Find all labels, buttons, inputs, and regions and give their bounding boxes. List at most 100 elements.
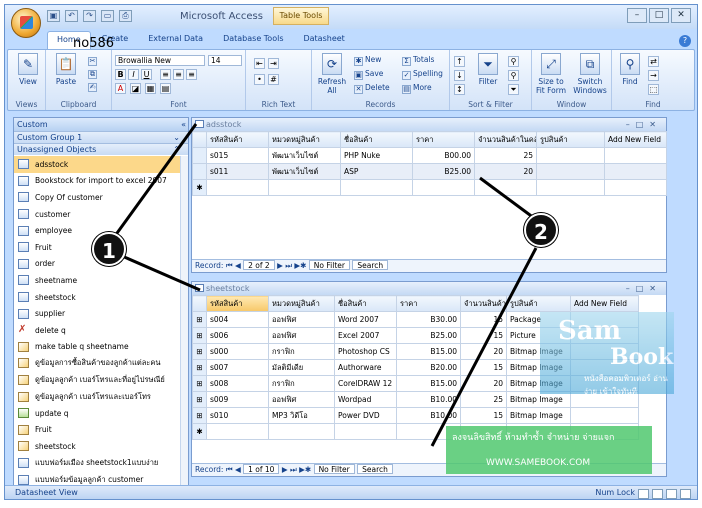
undo-icon[interactable]: ↶ (65, 10, 78, 22)
column-header[interactable]: ชื่อสินค้า (340, 131, 413, 148)
datasheet-view-icon[interactable] (638, 488, 649, 499)
no-filter-indicator[interactable]: No Filter (313, 464, 355, 474)
tab-external-data[interactable]: External Data (139, 31, 212, 49)
table-cell[interactable]: Power DVD (334, 407, 397, 424)
table-cell[interactable] (536, 179, 605, 196)
select-icon[interactable]: ⬚ (648, 84, 659, 95)
column-header[interactable]: ชื่อสินค้า (334, 295, 397, 312)
table-cell[interactable]: B10.00 (396, 391, 461, 408)
table-cell[interactable]: มัลติมีเดีย (268, 359, 335, 376)
table-cell[interactable]: 15 (460, 359, 507, 376)
window-controls[interactable]: –□✕ (626, 118, 662, 131)
align-right-icon[interactable]: ≡ (186, 69, 197, 80)
nav-item[interactable]: Fruit (14, 422, 182, 439)
sort-ascending-icon[interactable]: ↑ (454, 56, 465, 67)
row-selector[interactable] (192, 147, 207, 164)
column-header[interactable]: หมวดหมู่สินค้า (268, 131, 341, 148)
first-record-icon[interactable]: ⏮ ◀ (226, 261, 243, 270)
filter-button[interactable]: ⏷ Filter (474, 53, 502, 86)
nav-item[interactable]: sheetstock (14, 438, 182, 455)
record-position[interactable]: 1 of 10 (243, 464, 280, 474)
table-cell[interactable]: B30.00 (396, 311, 461, 328)
table-cell[interactable] (536, 147, 605, 164)
table-cell[interactable]: 20 (460, 343, 507, 360)
table-cell[interactable]: s007 (206, 359, 269, 376)
table-cell[interactable]: B25.00 (396, 327, 461, 344)
toggle-filter-icon[interactable]: ⏷ (508, 84, 519, 95)
nav-item[interactable]: แบบฟอร์มข้อมูลลูกค้า customer (14, 471, 182, 486)
table-cell[interactable] (340, 179, 413, 196)
nav-pane-header[interactable]: Custom « (14, 118, 188, 131)
font-name-select[interactable]: Browallia New (115, 55, 205, 66)
table-cell[interactable]: Wordpad (334, 391, 397, 408)
redo-icon[interactable]: ↷ (83, 10, 96, 22)
table-cell[interactable]: 15 (460, 311, 507, 328)
gridlines-icon[interactable]: ▦ (145, 83, 156, 94)
table-cell[interactable]: Photoshop CS (334, 343, 397, 360)
column-header[interactable]: จำนวนสินค้าในคลัง (460, 295, 507, 312)
table-cell[interactable] (206, 179, 269, 196)
goto-icon[interactable]: → (648, 70, 659, 81)
table-cell[interactable]: Authorware (334, 359, 397, 376)
table-cell[interactable]: กราฟิก (268, 343, 335, 360)
align-center-icon[interactable]: ≡ (173, 69, 184, 80)
table-cell[interactable]: B20.00 (396, 359, 461, 376)
clear-sort-icon[interactable]: ↕ (454, 84, 465, 95)
select-all-cell[interactable] (192, 295, 207, 312)
table-cell[interactable]: s009 (206, 391, 269, 408)
record-position[interactable]: 2 of 2 (243, 260, 275, 270)
decrease-indent-icon[interactable]: ⇤ (254, 58, 265, 69)
table-cell[interactable]: พัฒนาเว็บไซต์ (268, 147, 341, 164)
column-header[interactable]: รหัสสินค้า (206, 295, 269, 312)
switch-windows-button[interactable]: ⧉ Switch Windows (570, 53, 610, 95)
nav-item[interactable]: Bookstock for import to excel 2007 (14, 173, 182, 190)
nav-item[interactable]: ดูข้อมูลการซื้อสินค้าของลูกค้าแต่ละคน (14, 355, 182, 372)
column-header[interactable]: หมวดหมู่สินค้า (268, 295, 335, 312)
table-cell[interactable] (604, 163, 667, 180)
nav-item[interactable]: sheetstock (14, 289, 182, 306)
underline-button[interactable]: U (141, 69, 152, 80)
nav-item[interactable]: make table q sheetname (14, 339, 182, 356)
row-selector[interactable]: ⊞ (192, 391, 207, 408)
spelling-button[interactable]: ✓ Spelling (402, 69, 443, 80)
table-cell[interactable] (206, 423, 269, 440)
table-cell[interactable]: ออฟฟิศ (268, 327, 335, 344)
next-record-icon[interactable]: ▶ ⏭ ▶✱ (279, 465, 313, 474)
table-cell[interactable]: MP3 วิดีโอ (268, 407, 335, 424)
italic-button[interactable]: I (128, 69, 139, 80)
table-cell[interactable]: B00.00 (412, 147, 475, 164)
table-cell[interactable]: s000 (206, 343, 269, 360)
table-cell[interactable] (536, 163, 605, 180)
table-cell[interactable]: PHP Nuke (340, 147, 413, 164)
table-cell[interactable] (570, 407, 639, 424)
column-header[interactable]: Add New Field (570, 295, 639, 312)
table-cell[interactable]: Word 2007 (334, 311, 397, 328)
nav-item[interactable]: sheetname (14, 272, 182, 289)
view-button[interactable]: ✎ View (16, 53, 40, 86)
refresh-all-button[interactable]: ⟳ Refresh All (316, 53, 348, 95)
row-selector[interactable]: ⊞ (192, 343, 207, 360)
numbering-icon[interactable]: # (268, 74, 279, 85)
nav-item[interactable]: แบบฟอร์มเมือง sheetstock1แบบง่าย (14, 455, 182, 472)
row-selector[interactable]: ⊞ (192, 375, 207, 392)
table-cell[interactable]: Bitmap Image (506, 407, 571, 424)
table-cell[interactable]: พัฒนาเว็บไซต์ (268, 163, 341, 180)
table-row[interactable]: ⊞ s010 MP3 วิดีโอ Power DVD B10.00 15 Bitmap I… (192, 407, 639, 424)
table-cell[interactable]: 25 (460, 391, 507, 408)
shutter-bar-icon[interactable]: « (181, 118, 186, 131)
table-cell[interactable]: B15.00 (396, 343, 461, 360)
size-to-fit-button[interactable]: ⤢ Size to Fit Form (534, 53, 568, 95)
next-record-icon[interactable]: ▶ ⏭ ▶✱ (275, 261, 309, 270)
nav-item[interactable]: ดูข้อมูลลูกค้า เบอร์โทรและเบอร์โทร (14, 388, 182, 405)
align-left-icon[interactable]: ≡ (160, 69, 171, 80)
column-header[interactable]: Add New Field (604, 131, 667, 148)
pivot-chart-icon[interactable] (666, 488, 677, 499)
table-cell[interactable]: B25.00 (412, 163, 475, 180)
nav-item[interactable]: Copy Of customer (14, 189, 182, 206)
new-record-button[interactable]: ✱ New (354, 55, 381, 66)
design-view-icon[interactable] (680, 488, 691, 499)
row-selector[interactable]: ⊞ (192, 407, 207, 424)
table-cell[interactable]: s010 (206, 407, 269, 424)
table-cell[interactable] (474, 179, 537, 196)
table-cell[interactable] (604, 147, 667, 164)
